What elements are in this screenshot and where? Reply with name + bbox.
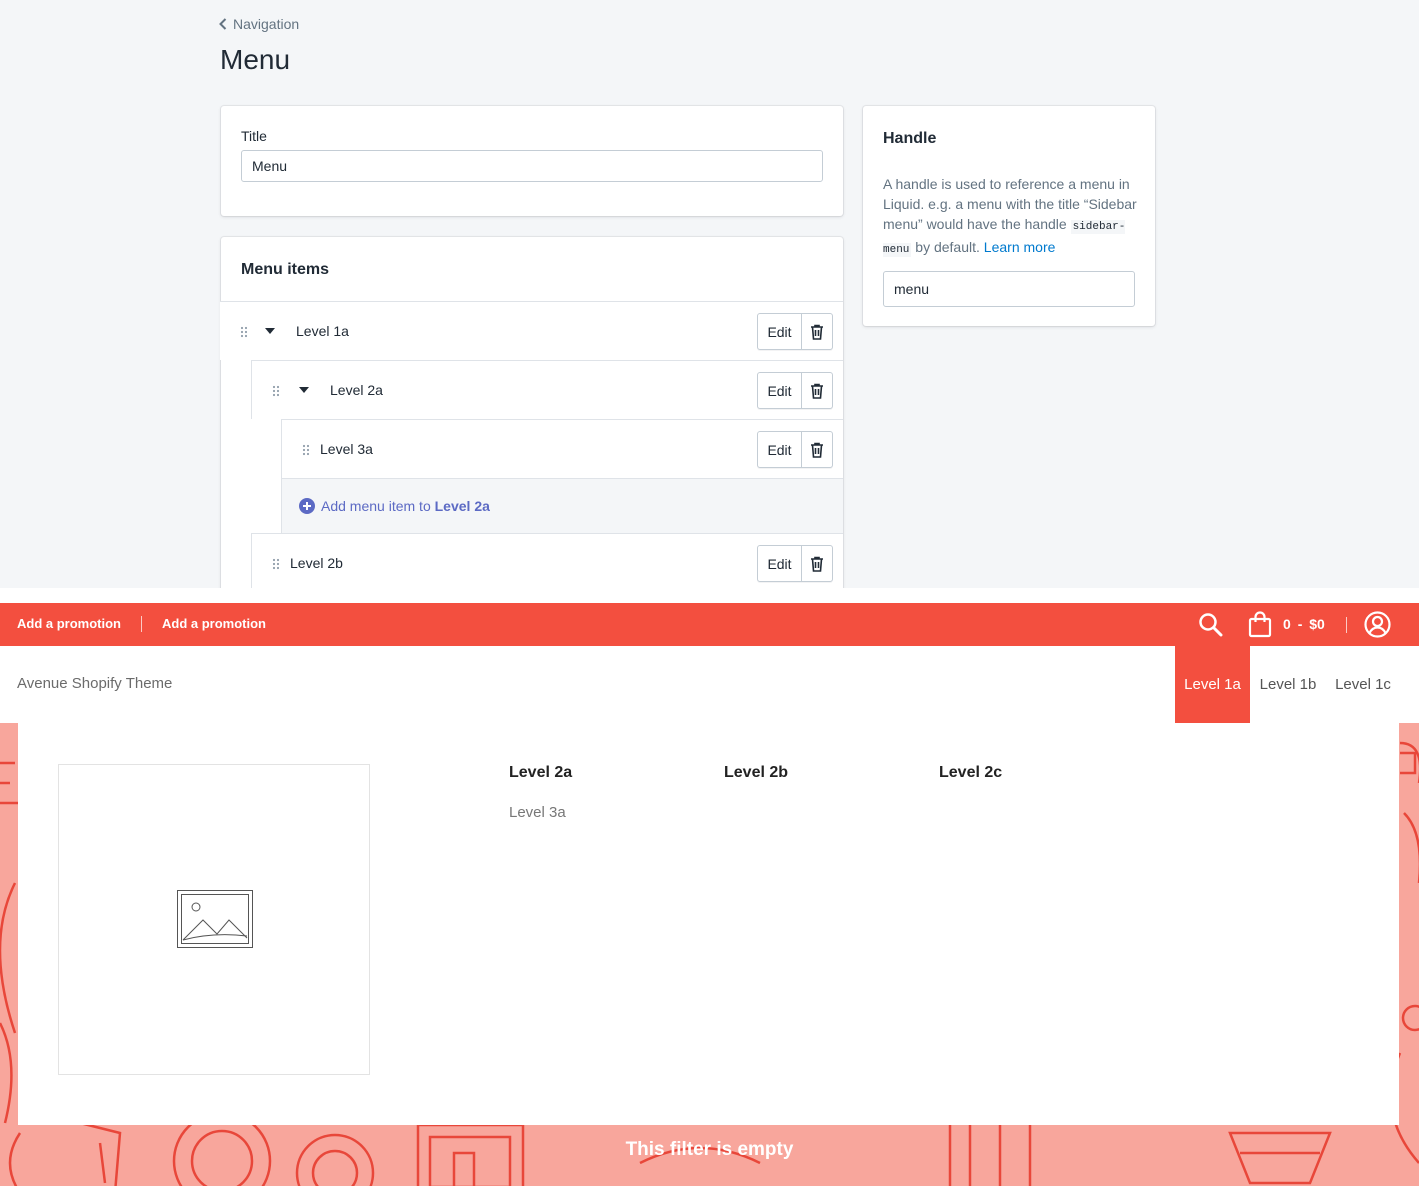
menu-row-level-2a: Level 2a Edit bbox=[251, 360, 843, 419]
storefront-preview: Add a promotion Add a promotion 0 - $0 A… bbox=[0, 588, 1419, 1186]
title-input[interactable] bbox=[241, 150, 823, 182]
mega-menu-dropdown: Level 2a Level 3a Level 2b Level 2c bbox=[18, 723, 1399, 1125]
edit-button[interactable]: Edit bbox=[758, 373, 802, 408]
edit-button[interactable]: Edit bbox=[758, 432, 802, 467]
menu-row-label: Level 2b bbox=[290, 555, 343, 571]
delete-button[interactable] bbox=[802, 432, 832, 467]
cart-total: $0 bbox=[1309, 616, 1325, 632]
row-actions: Edit bbox=[757, 313, 833, 350]
trash-icon bbox=[811, 556, 823, 572]
header-divider bbox=[1346, 617, 1347, 633]
menu-row-level-1a: Level 1a Edit bbox=[220, 301, 843, 360]
menu-row-label: Level 2a bbox=[330, 382, 383, 398]
drag-handle-icon[interactable] bbox=[272, 384, 280, 397]
mega-menu-column-heading[interactable]: Level 2a bbox=[509, 764, 572, 782]
title-label: Title bbox=[241, 128, 267, 144]
empty-filter-message: This filter is empty bbox=[625, 1139, 794, 1160]
store-header: Avenue Shopify Theme Level 1a Level 1b L… bbox=[0, 646, 1419, 723]
user-account-icon[interactable] bbox=[1364, 611, 1391, 641]
edit-button[interactable]: Edit bbox=[758, 314, 802, 349]
edit-button[interactable]: Edit bbox=[758, 546, 802, 581]
promo-divider bbox=[141, 616, 142, 632]
chevron-left-icon bbox=[219, 18, 227, 30]
nav-item-level-1a[interactable]: Level 1a bbox=[1175, 646, 1250, 723]
caret-down-icon[interactable] bbox=[299, 387, 309, 393]
caret-down-icon[interactable] bbox=[265, 328, 275, 334]
trash-icon bbox=[811, 383, 823, 399]
add-menu-item-button[interactable]: Add menu item to Level 2a bbox=[281, 478, 843, 533]
handle-heading: Handle bbox=[883, 130, 937, 147]
delete-button[interactable] bbox=[802, 314, 832, 349]
handle-description: A handle is used to reference a menu in … bbox=[883, 176, 1137, 257]
menu-row-level-2b: Level 2b Edit bbox=[251, 533, 843, 588]
breadcrumb-label: Navigation bbox=[233, 16, 300, 32]
drag-handle-icon[interactable] bbox=[302, 443, 310, 456]
mega-menu-link[interactable]: Level 3a bbox=[509, 804, 566, 821]
page-title: Menu bbox=[220, 44, 291, 75]
handle-input[interactable] bbox=[883, 271, 1135, 307]
nav-item-level-1c[interactable]: Level 1c bbox=[1328, 646, 1398, 723]
mega-menu-column-heading[interactable]: Level 2b bbox=[724, 764, 788, 782]
title-card: Title bbox=[221, 106, 843, 216]
plus-circle-icon bbox=[299, 498, 315, 514]
menu-items-card: Menu items Level 1a Edit Level 2a Edit L… bbox=[220, 237, 843, 588]
nav-item-level-1b[interactable]: Level 1b bbox=[1252, 646, 1324, 723]
cart-count: 0 bbox=[1283, 616, 1291, 632]
trash-icon bbox=[811, 442, 823, 458]
menu-items-heading: Menu items bbox=[241, 261, 330, 278]
drag-handle-icon[interactable] bbox=[272, 557, 280, 570]
add-menu-item-label: Add menu item to Level 2a bbox=[321, 498, 490, 514]
store-logo-text[interactable]: Avenue Shopify Theme bbox=[17, 675, 172, 692]
menu-row-level-3a: Level 3a Edit bbox=[281, 419, 843, 478]
shopping-bag-icon[interactable] bbox=[1248, 611, 1272, 641]
promo-link-2[interactable]: Add a promotion bbox=[162, 616, 266, 631]
drag-handle-icon[interactable] bbox=[240, 325, 248, 338]
search-icon[interactable] bbox=[1198, 612, 1223, 640]
delete-button[interactable] bbox=[802, 373, 832, 408]
breadcrumb[interactable]: Navigation bbox=[219, 16, 299, 32]
row-actions: Edit bbox=[757, 372, 833, 409]
promo-link-1[interactable]: Add a promotion bbox=[17, 616, 121, 631]
row-actions: Edit bbox=[757, 431, 833, 468]
promo-bar: Add a promotion Add a promotion 0 - $0 bbox=[0, 603, 1419, 646]
learn-more-link[interactable]: Learn more bbox=[984, 239, 1056, 255]
featured-image bbox=[58, 764, 370, 1075]
cart-summary[interactable]: 0 - $0 bbox=[1283, 616, 1325, 632]
admin-panel: Navigation Menu Title Menu items Level 1… bbox=[0, 0, 1419, 588]
delete-button[interactable] bbox=[802, 546, 832, 581]
mega-menu-column-heading[interactable]: Level 2c bbox=[939, 764, 1002, 782]
handle-card: Handle A handle is used to reference a m… bbox=[863, 106, 1155, 326]
image-placeholder-icon bbox=[177, 890, 253, 948]
trash-icon bbox=[811, 324, 823, 340]
menu-row-label: Level 3a bbox=[320, 441, 373, 457]
row-actions: Edit bbox=[757, 545, 833, 582]
menu-row-label: Level 1a bbox=[296, 323, 349, 339]
